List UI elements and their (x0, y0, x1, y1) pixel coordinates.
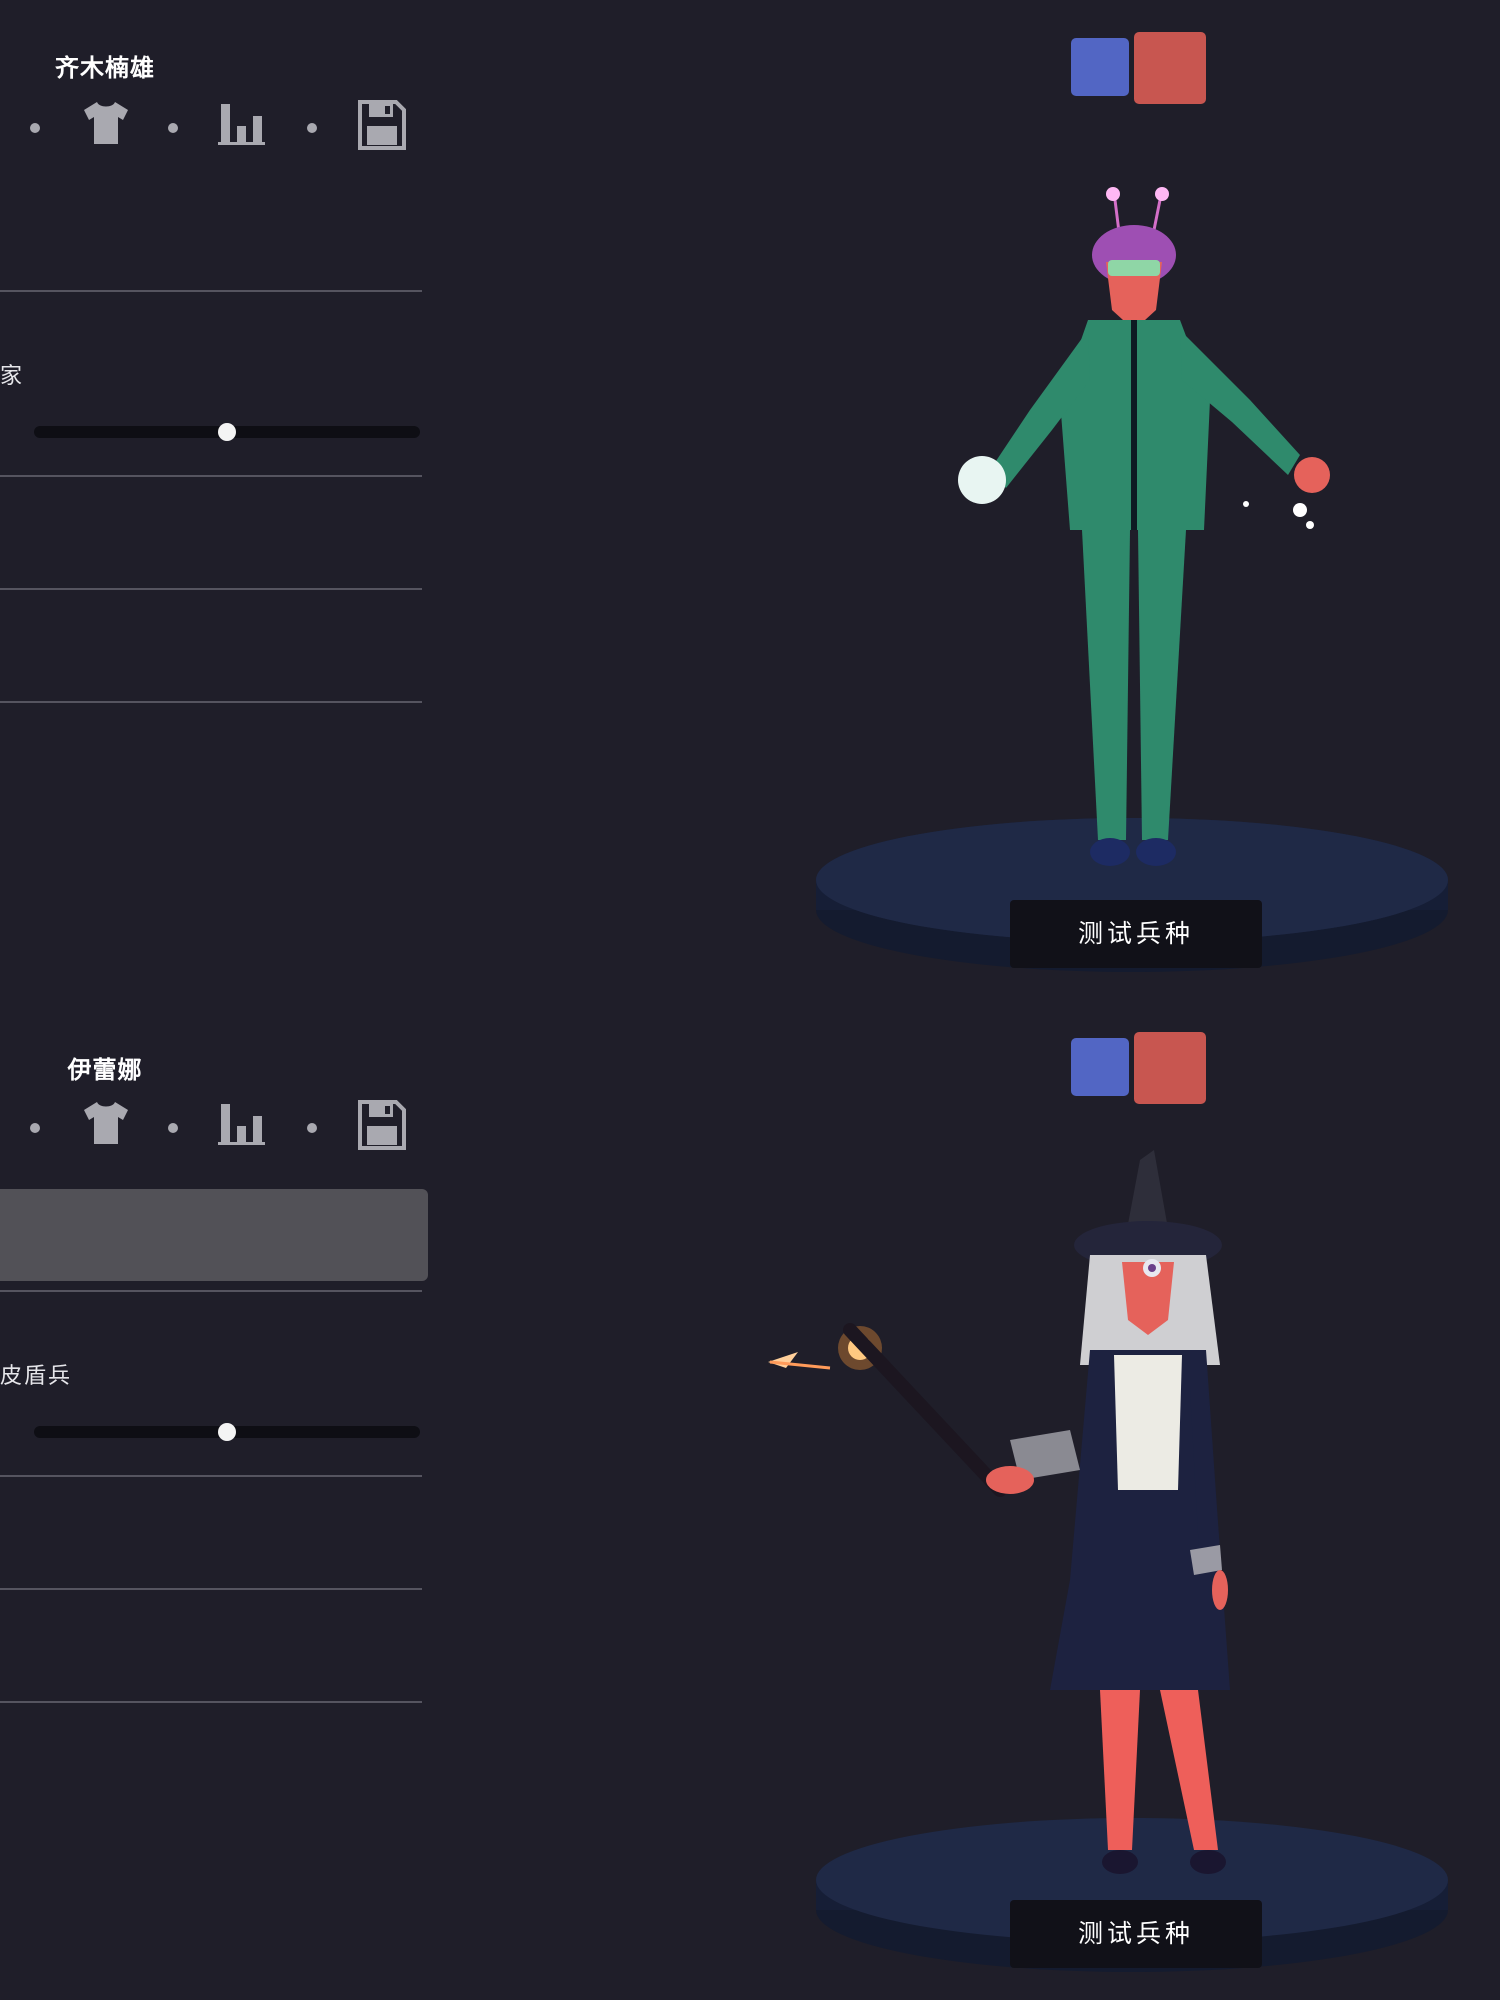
team-blue-swatch[interactable] (1071, 38, 1129, 96)
unit-toolbar (0, 100, 420, 154)
divider (0, 1290, 422, 1292)
toolbar-separator-dot (307, 1123, 317, 1133)
slider-knob[interactable] (218, 423, 236, 441)
unit-character-model (958, 187, 1330, 866)
divider (0, 1588, 422, 1590)
toolbar-separator-dot (168, 123, 178, 133)
stats-bars-icon (218, 1104, 265, 1145)
faction-label: 皮盾兵 (0, 1364, 73, 1389)
divider (0, 290, 422, 292)
divider (0, 588, 422, 590)
test-unit-button[interactable]: 测试兵种 (1010, 900, 1262, 968)
unit-panel-2: 伊蕾娜 皮盾兵 测试兵种 (0, 1000, 1500, 2000)
toolbar-separator-dot (307, 123, 317, 133)
unit-slider[interactable] (34, 1423, 420, 1441)
divider (0, 1475, 422, 1477)
team-red-swatch[interactable] (1134, 1032, 1206, 1104)
unit-title: 伊蕾娜 (67, 1056, 143, 1084)
unit-panel-1: 齐木楠雄 家 测试兵种 (0, 0, 1500, 1000)
unit-character-model (768, 1150, 1230, 1874)
shirt-icon (84, 102, 128, 144)
shirt-icon (84, 1102, 128, 1144)
clothing-button[interactable] (80, 1100, 132, 1154)
clothing-button[interactable] (80, 100, 132, 154)
divider (0, 475, 422, 477)
unit-creator-screen: 齐木楠雄 家 测试兵种 伊蕾娜 皮盾兵 测试兵种 (0, 0, 1500, 2000)
team-red-swatch[interactable] (1134, 32, 1206, 104)
team-blue-swatch[interactable] (1071, 1038, 1129, 1096)
save-button[interactable] (358, 1100, 406, 1154)
divider (0, 1701, 422, 1703)
unit-name-field[interactable] (0, 1189, 428, 1281)
unit-toolbar (0, 1100, 420, 1154)
test-unit-button[interactable]: 测试兵种 (1010, 1900, 1262, 1968)
save-button[interactable] (358, 100, 406, 154)
stats-button[interactable] (218, 100, 268, 154)
slider-knob[interactable] (218, 1423, 236, 1441)
toolbar-separator-dot (30, 1123, 40, 1133)
stats-button[interactable] (218, 1100, 268, 1154)
faction-label: 家 (0, 364, 25, 389)
toolbar-separator-dot (30, 123, 40, 133)
save-disk-icon (358, 1100, 406, 1150)
toolbar-separator-dot (168, 1123, 178, 1133)
unit-title: 齐木楠雄 (55, 54, 155, 82)
stats-bars-icon (218, 104, 265, 145)
divider (0, 701, 422, 703)
save-disk-icon (358, 100, 406, 150)
unit-slider[interactable] (34, 423, 420, 441)
